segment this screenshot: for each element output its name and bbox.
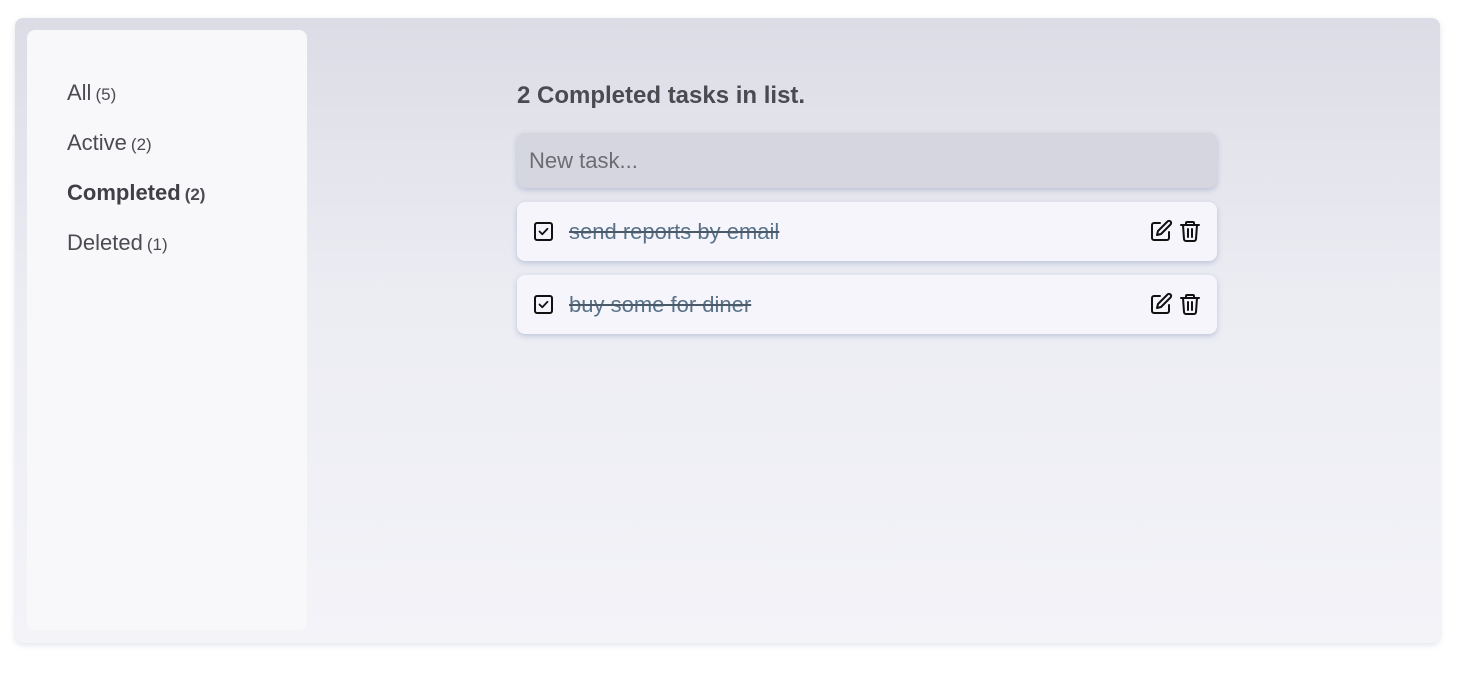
edit-icon[interactable]: [1149, 292, 1173, 316]
filter-deleted[interactable]: Deleted (1): [67, 228, 307, 278]
page-title: 2 Completed tasks in list.: [517, 82, 806, 109]
task-text: buy some for diner: [569, 291, 752, 317]
filter-active[interactable]: Active (2): [67, 128, 307, 178]
trash-icon[interactable]: [1178, 219, 1202, 243]
new-task-input[interactable]: [517, 133, 1217, 188]
filter-count: (2): [184, 185, 206, 204]
filter-label: All: [67, 80, 92, 105]
filter-label: Deleted: [67, 230, 143, 255]
trash-icon[interactable]: [1178, 292, 1202, 316]
checked-box-icon[interactable]: [534, 222, 553, 241]
filter-completed[interactable]: Completed (2): [67, 178, 307, 228]
checked-box-icon[interactable]: [534, 295, 553, 314]
filter-count: (1): [146, 235, 168, 254]
edit-icon[interactable]: [1149, 219, 1173, 243]
task-item: send reports by email: [517, 202, 1217, 261]
main-content: 2 Completed tasks in list. send reports …: [517, 78, 1217, 334]
filter-label: Completed: [67, 180, 181, 205]
filter-count: (2): [130, 135, 152, 154]
filter-all[interactable]: All (5): [67, 78, 307, 128]
filter-label: Active: [67, 130, 127, 155]
filter-count: (5): [95, 85, 117, 104]
sidebar: All (5) Active (2) Completed (2) Deleted (1): [27, 30, 307, 630]
task-text: send reports by email: [569, 218, 780, 244]
app-window: All (5) Active (2) Completed (2) Deleted (1)…: [15, 18, 1440, 643]
task-item: buy some for diner: [517, 275, 1217, 334]
